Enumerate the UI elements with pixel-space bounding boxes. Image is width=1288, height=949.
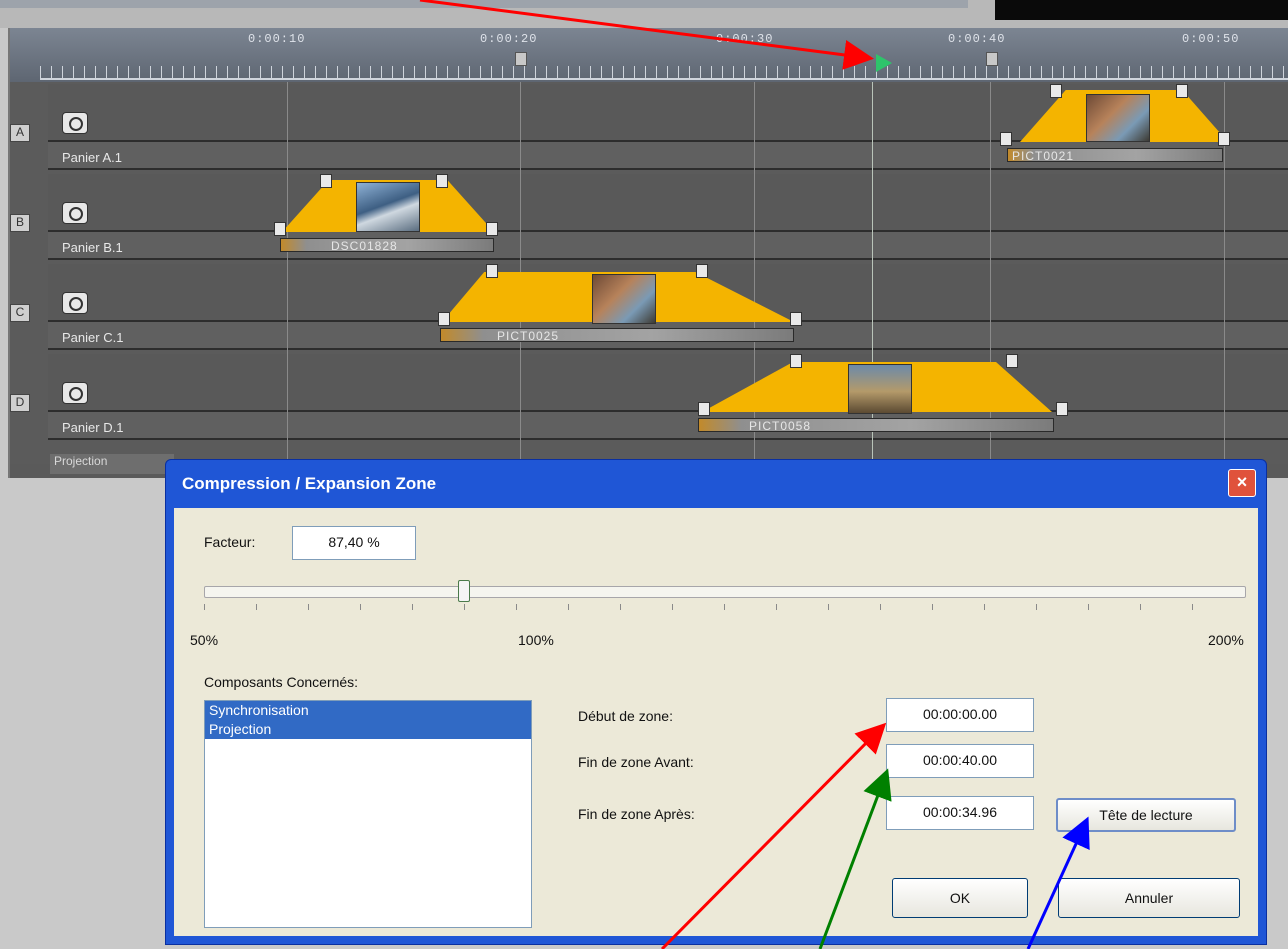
keyframe-handle[interactable] [486,264,498,278]
clip-bar[interactable]: PICT0025 [440,328,794,343]
track-letter[interactable]: A [10,124,30,142]
camera-icon[interactable] [62,382,88,404]
dialog-body: Facteur: 87,40 % 50% 100% 200% Composant… [174,508,1258,936]
keyframe-handle[interactable] [320,174,332,188]
keyframe-handle[interactable] [1006,354,1018,368]
track-name: Panier B.1 [62,240,123,255]
preview-panel-edge [995,0,1288,20]
track-lane [48,354,1288,412]
compression-dialog: Compression / Expansion Zone × Facteur: … [165,459,1267,945]
keyframe-handle[interactable] [790,354,802,368]
zone-start-label: Début de zone: [578,708,673,724]
dialog-title: Compression / Expansion Zone [182,474,437,493]
track-name: Panier C.1 [62,330,124,345]
top-toolbar-edge [0,0,968,8]
track-lane-lower [48,412,1288,440]
ruler-tick-label: 0:00:40 [948,32,1006,46]
track-d: D Panier D.1 [10,354,1288,444]
slider-thumb[interactable] [458,580,471,602]
ruler-tick-label: 0:00:30 [716,32,774,46]
components-list[interactable]: Synchronisation Projection [204,700,532,928]
factor-label: Facteur: [204,534,256,550]
ok-button[interactable]: OK [892,878,1028,918]
keyframe-handle[interactable] [698,402,710,416]
zone-end-before-field[interactable]: 00:00:40.00 [886,744,1034,778]
keyframe-handle[interactable] [1000,132,1012,146]
components-label: Composants Concernés: [204,674,359,690]
keyframe-handle[interactable] [274,222,286,236]
zone-end-after-field[interactable]: 00:00:34.96 [886,796,1034,830]
ruler-tick-label: 0:00:20 [480,32,538,46]
cancel-button[interactable]: Annuler [1058,878,1240,918]
zone-start-marker[interactable] [515,52,527,66]
track-letter[interactable]: D [10,394,30,412]
factor-slider[interactable] [204,586,1246,598]
factor-field[interactable]: 87,40 % [292,526,416,560]
close-icon[interactable]: × [1228,469,1256,497]
zone-start-field[interactable]: 00:00:00.00 [886,698,1034,732]
clip-thumbnail[interactable] [356,182,420,232]
track-letter[interactable]: B [10,214,30,232]
timeline-panel[interactable]: 0:00:10 0:00:20 0:00:30 0:00:40 0:00:50 … [8,28,1288,478]
keyframe-handle[interactable] [696,264,708,278]
slider-max-label: 200% [1208,632,1244,648]
slider-min-label: 50% [190,632,219,648]
camera-icon[interactable] [62,292,88,314]
zone-end-after-label: Fin de zone Après: [578,806,695,822]
track-lane [48,174,1288,232]
camera-icon[interactable] [62,202,88,224]
keyframe-handle[interactable] [486,222,498,236]
zone-end-marker[interactable] [986,52,998,66]
list-item[interactable]: Synchronisation [205,701,531,720]
ruler-tick-label: 0:00:50 [1182,32,1240,46]
playhead-icon[interactable] [876,54,892,72]
keyframe-handle[interactable] [436,174,448,188]
playhead-button[interactable]: Tête de lecture [1056,798,1236,832]
track-name: Panier D.1 [62,420,124,435]
clip-thumbnail[interactable] [592,274,656,324]
track-letter[interactable]: C [10,304,30,322]
keyframe-handle[interactable] [1056,402,1068,416]
keyframe-handle[interactable] [1218,132,1230,146]
projection-track-label: Projection [50,454,174,474]
time-ruler[interactable]: 0:00:10 0:00:20 0:00:30 0:00:40 0:00:50 [10,28,1288,82]
ruler-baseline [40,78,1288,80]
clip-thumbnail[interactable] [848,364,912,414]
slider-ticks [204,604,1244,610]
keyframe-handle[interactable] [1176,84,1188,98]
list-item[interactable]: Projection [205,720,531,739]
clip-bar[interactable]: PICT0021 [1007,148,1223,163]
clip-bar[interactable]: DSC01828 [280,238,494,253]
camera-icon[interactable] [62,112,88,134]
keyframe-handle[interactable] [790,312,802,326]
keyframe-handle[interactable] [1050,84,1062,98]
keyframe-handle[interactable] [438,312,450,326]
grid-line [287,82,288,464]
slider-mid-label: 100% [518,632,554,648]
clip-bar[interactable]: PICT0058 [698,418,1054,433]
track-lane-lower [48,232,1288,260]
track-name: Panier A.1 [62,150,122,165]
zone-end-before-label: Fin de zone Avant: [578,754,694,770]
clip-thumbnail[interactable] [1086,94,1150,142]
ruler-tick-label: 0:00:10 [248,32,306,46]
track-b: B Panier B.1 [10,174,1288,264]
